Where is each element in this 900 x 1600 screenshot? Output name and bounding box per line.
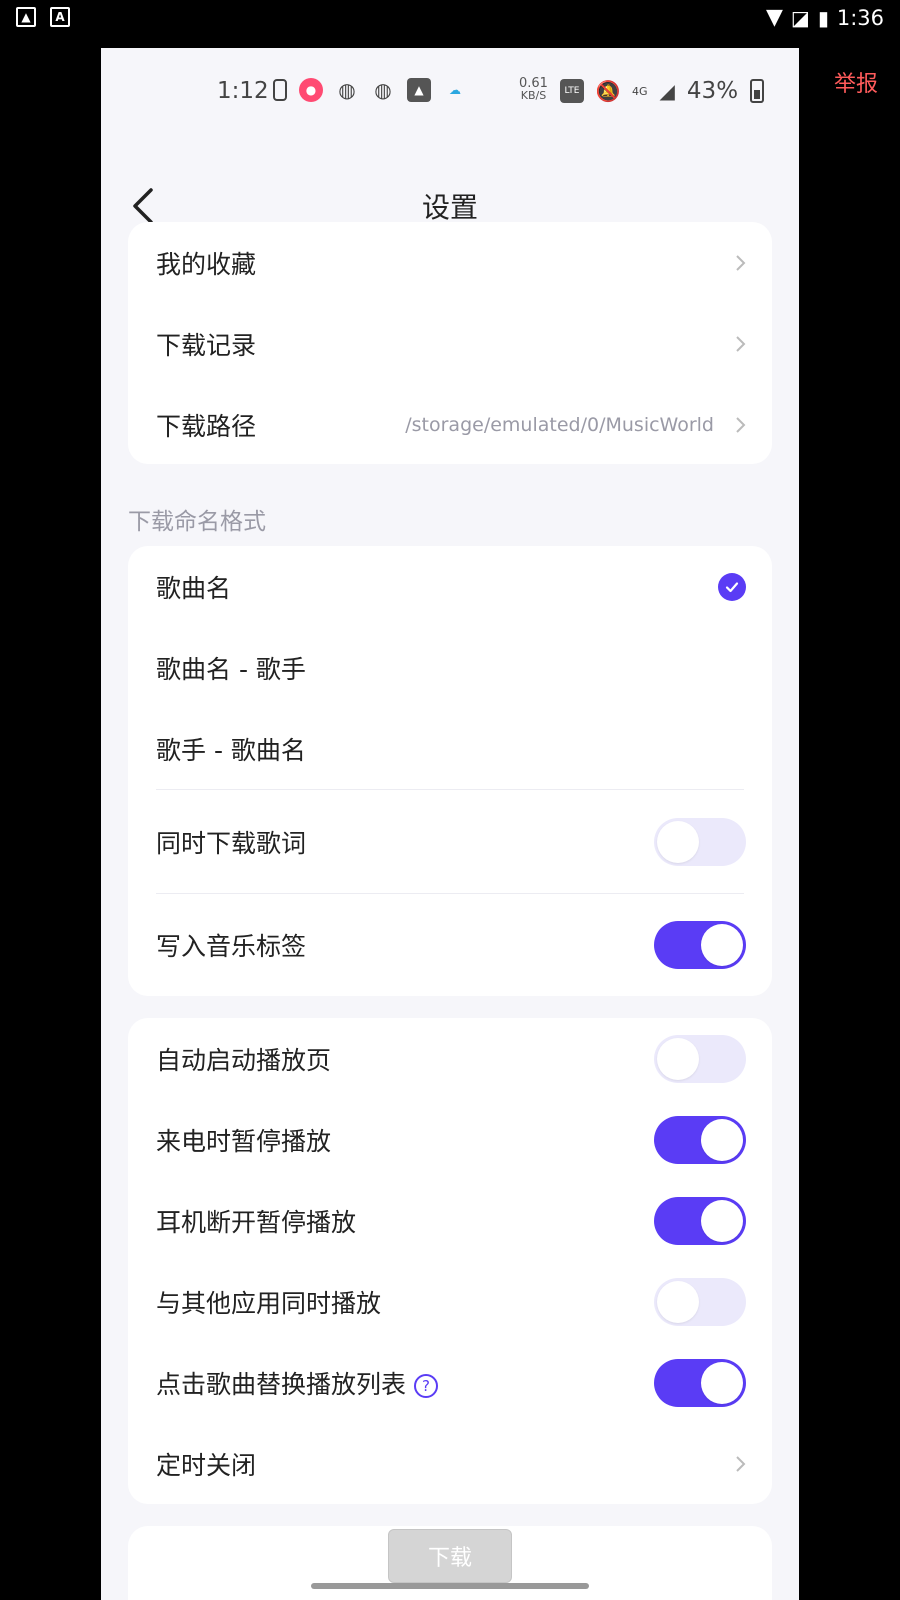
help-icon[interactable]: ? [414, 1373, 439, 1398]
inner-notification-icons: ● ◍ ◍ ▲ ☁ [273, 78, 467, 102]
playback-card: 自动启动播放页 来电时暂停播放 耳机断开暂停播放 与其他应用同时播放 点击歌曲替… [128, 1018, 772, 1504]
chevron-right-icon [736, 1455, 746, 1472]
download-lyrics-toggle[interactable] [654, 817, 746, 866]
wechat-icon: ◍ [338, 78, 356, 102]
toggle-knob [657, 820, 699, 863]
write-tags-label: 写入音乐标签 [156, 932, 307, 961]
pause-on-headphone-disconnect-toggle[interactable] [654, 1196, 746, 1245]
auto-open-player-toggle[interactable] [654, 1034, 746, 1083]
row-favorites[interactable]: 我的收藏 [128, 222, 772, 303]
naming-option-label: 歌曲名 [156, 573, 232, 603]
wifi-icon: ▼ [765, 5, 783, 30]
battery-icon [750, 79, 765, 103]
inner-status-bar: 1:12 ● ◍ ◍ ▲ ☁ 0.61 KB/S LTE 🔕 4G ◢ 43% [101, 48, 799, 140]
naming-option-label: 歌曲名 - 歌手 [156, 654, 306, 684]
row-mix-with-other-apps: 与其他应用同时播放 [128, 1261, 772, 1342]
no-signal-icon: ◪ [790, 5, 810, 30]
checkmark-icon [718, 572, 746, 601]
chevron-right-icon [736, 254, 746, 271]
row-download-history[interactable]: 下载记录 [128, 303, 772, 384]
naming-option-1[interactable]: 歌曲名 - 歌手 [128, 627, 772, 708]
inner-status-time: 1:12 [217, 78, 269, 104]
mute-icon: 🔕 [595, 79, 621, 103]
toggle-knob [657, 1280, 699, 1323]
battery-charging-icon: ▮ [817, 5, 829, 30]
signal-icon: ◢ [659, 79, 675, 103]
outer-status-bar: ▲ A ▼ ◪ ▮ 1:36 [0, 0, 900, 46]
write-tags-toggle[interactable] [654, 921, 746, 969]
naming-option-0[interactable]: 歌曲名 [128, 546, 772, 627]
setting-label: 点击歌曲替换播放列表 [156, 1369, 407, 1399]
library-card: 我的收藏 下载记录 下载路径 /storage/emulated/0/Music… [128, 222, 772, 464]
gallery-icon: ▲ [407, 78, 431, 102]
row-download-path[interactable]: 下载路径 /storage/emulated/0/MusicWorld [128, 384, 772, 465]
inner-battery-percent: 43% [686, 78, 739, 104]
app-icon: ● [299, 78, 323, 102]
row-pause-on-call: 来电时暂停播放 [128, 1099, 772, 1180]
row-write-tags: 写入音乐标签 [128, 894, 772, 996]
cloud-icon: ☁ [449, 83, 461, 97]
image-notification-icon: ▲ [16, 7, 36, 27]
setting-label: 与其他应用同时播放 [156, 1288, 382, 1318]
wechat-icon-2: ◍ [374, 78, 392, 102]
row-auto-open-player: 自动启动播放页 [128, 1018, 772, 1099]
phone-screen: 1:12 ● ◍ ◍ ▲ ☁ 0.61 KB/S LTE 🔕 4G ◢ 43% … [101, 48, 799, 1600]
row-pause-on-headphone-disconnect: 耳机断开暂停播放 [128, 1180, 772, 1261]
naming-option-label: 歌手 - 歌曲名 [156, 735, 306, 765]
naming-section-title: 下载命名格式 [128, 509, 266, 535]
download-lyrics-label: 同时下载歌词 [156, 828, 307, 858]
mix-with-other-apps-toggle[interactable] [654, 1277, 746, 1326]
download-history-label: 下载记录 [156, 330, 257, 360]
download-path-label: 下载路径 [156, 411, 257, 441]
network-type: 4G [632, 84, 648, 98]
replace-playlist-toggle[interactable] [654, 1358, 746, 1407]
toggle-knob [701, 1118, 743, 1161]
chevron-right-icon [736, 335, 746, 352]
report-link[interactable]: 举报 [834, 66, 878, 98]
download-path-value: /storage/emulated/0/MusicWorld [405, 413, 714, 436]
home-indicator[interactable] [311, 1583, 589, 1589]
toggle-knob [657, 1037, 699, 1080]
row-download-lyrics: 同时下载歌词 [128, 790, 772, 893]
outer-status-right: ▼ ◪ ▮ 1:36 [766, 5, 884, 30]
naming-option-2[interactable]: 歌手 - 歌曲名 [128, 708, 772, 789]
page-title: 设置 [421, 191, 478, 224]
toggle-knob [701, 1199, 743, 1242]
download-options-card: 歌曲名 歌曲名 - 歌手 歌手 - 歌曲名 同时下载歌词 写入音乐标签 [128, 546, 772, 996]
outer-status-left: ▲ A [16, 7, 70, 27]
outer-status-time: 1:36 [836, 5, 884, 30]
download-button[interactable]: 下载 [388, 1529, 512, 1583]
row-sleep-timer[interactable]: 定时关闭 [128, 1423, 772, 1504]
setting-label: 来电时暂停播放 [156, 1126, 332, 1156]
toggle-knob [701, 924, 743, 966]
toggle-knob [701, 1361, 743, 1404]
inner-status-right: LTE 🔕 4G ◢ 43% [560, 78, 765, 104]
pause-on-call-toggle[interactable] [654, 1115, 746, 1164]
sleep-timer-label: 定时关闭 [156, 1450, 257, 1480]
favorites-label: 我的收藏 [156, 249, 257, 279]
chevron-right-icon [736, 416, 746, 433]
setting-label: 耳机断开暂停播放 [156, 1207, 357, 1237]
net-speed-unit: KB/S [520, 89, 547, 102]
volte-icon: LTE [560, 79, 584, 103]
phone-icon [273, 79, 287, 101]
replace-playlist-label-wrap: 点击歌曲替换播放列表? [156, 1365, 439, 1401]
row-replace-playlist: 点击歌曲替换播放列表? [128, 1342, 772, 1423]
net-speed: 0.61 KB/S [519, 77, 548, 102]
font-notification-icon: A [50, 7, 70, 27]
setting-label: 自动启动播放页 [156, 1045, 332, 1075]
